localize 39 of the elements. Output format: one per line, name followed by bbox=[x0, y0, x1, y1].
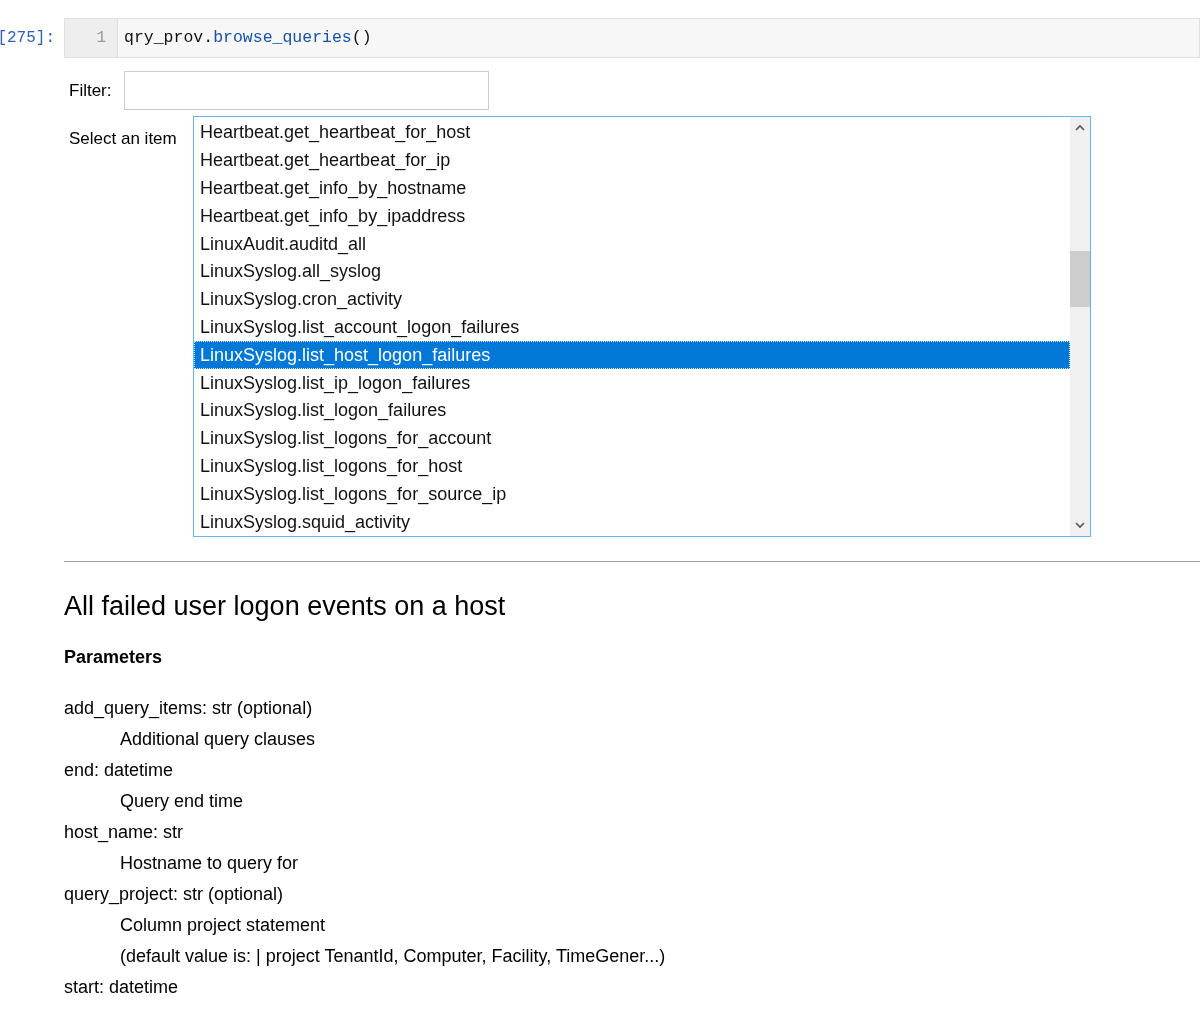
list-item[interactable]: LinuxSyslog.cron_activity bbox=[194, 285, 1070, 314]
filter-label: Filter: bbox=[69, 79, 113, 102]
parameter-description: Column project statement bbox=[120, 914, 326, 937]
parameter-signature: end: datetime bbox=[64, 759, 174, 782]
list-item[interactable]: Heartbeat.get_heartbeat_for_ip bbox=[194, 146, 1070, 175]
code-cell[interactable]: 1 qry_prov.browse_queries() bbox=[64, 18, 1200, 58]
line-number: 1 bbox=[96, 28, 106, 49]
section-heading: Parameters bbox=[64, 646, 164, 669]
scrollbar-thumb[interactable] bbox=[1070, 251, 1090, 307]
list-item[interactable]: LinuxSyslog.squid_activity bbox=[194, 508, 1070, 536]
cell-prompt: [275]: bbox=[0, 28, 55, 49]
list-item[interactable]: LinuxSyslog.list_logons_for_account bbox=[194, 424, 1070, 453]
list-item[interactable]: LinuxSyslog.list_logon_failures bbox=[194, 397, 1070, 425]
list-item[interactable]: Heartbeat.get_info_by_hostname bbox=[194, 174, 1070, 203]
list-item[interactable]: LinuxSyslog.list_logons_for_host bbox=[194, 452, 1070, 481]
chevron-down-icon[interactable] bbox=[1075, 521, 1085, 529]
filter-input[interactable] bbox=[124, 71, 489, 110]
list-item[interactable]: Heartbeat.get_heartbeat_for_host bbox=[194, 119, 1070, 147]
list-item[interactable]: LinuxSyslog.list_account_logon_failures bbox=[194, 313, 1070, 342]
chevron-up-icon[interactable] bbox=[1075, 124, 1085, 132]
listbox[interactable] bbox=[193, 116, 1091, 537]
list-item[interactable]: LinuxSyslog.list_logons_for_source_ip bbox=[194, 480, 1070, 509]
parameter-description: Query end time bbox=[120, 790, 244, 813]
list-item[interactable]: LinuxAudit.auditd_all bbox=[194, 230, 1070, 258]
code-line: qry_prov.browse_queries() bbox=[124, 26, 372, 49]
parameter-description: Hostname to query for bbox=[120, 852, 299, 875]
parameter-description: (default value is: | project TenantId, Computer, Facility, TimeGener...) bbox=[120, 945, 666, 968]
listbox-label: Select an item bbox=[69, 128, 178, 150]
parameter-signature: start: datetime bbox=[64, 976, 179, 999]
parameter-signature: host_name: str bbox=[64, 821, 184, 845]
parameter-signature: add_query_items: str (optional) bbox=[64, 697, 313, 721]
scrollbar[interactable] bbox=[1070, 117, 1090, 536]
doc-title: All failed user logon events on a host bbox=[64, 590, 507, 623]
parameter-description: Additional query clauses bbox=[120, 728, 316, 751]
parameter-signature: query_project: str (optional) bbox=[64, 883, 284, 907]
list-item[interactable]: LinuxSyslog.list_host_logon_failures bbox=[194, 341, 1070, 370]
list-item[interactable]: LinuxSyslog.list_ip_logon_failures bbox=[194, 369, 1070, 398]
list-item[interactable]: LinuxSyslog.all_syslog bbox=[194, 257, 1070, 286]
list-item[interactable]: Heartbeat.get_info_by_ipaddress bbox=[194, 202, 1070, 231]
